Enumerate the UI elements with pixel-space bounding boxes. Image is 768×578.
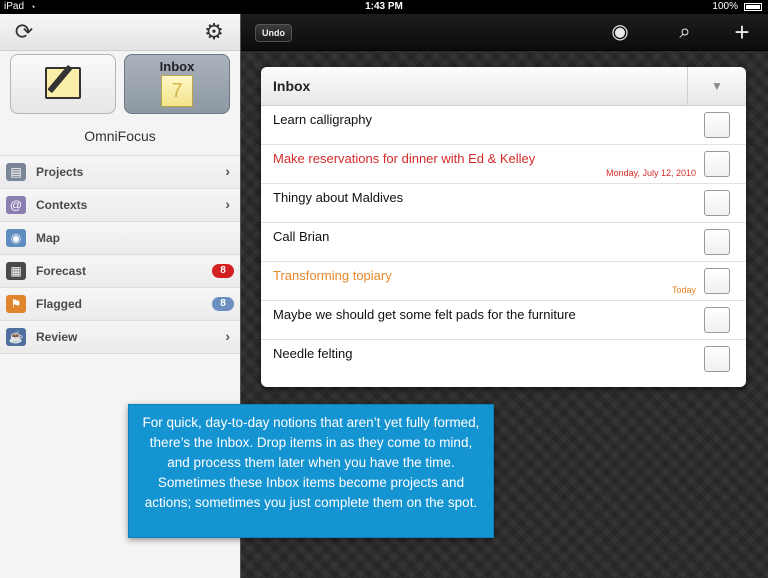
status-bar: iPad ◔ 1:43 PM 100% (0, 0, 768, 14)
task-checkbox[interactable] (704, 112, 730, 138)
sidebar-item-label: Contexts (36, 198, 88, 212)
task-due-date: Today (671, 285, 696, 295)
chevron-right-icon: › (225, 163, 230, 179)
new-item-button[interactable] (10, 54, 116, 114)
task-row[interactable]: Transforming topiary Today (261, 262, 746, 301)
plus-icon[interactable]: + (729, 19, 755, 45)
task-title: Learn calligraphy (273, 112, 373, 127)
forecast-icon: ▦ (6, 262, 26, 280)
eye-icon[interactable]: ◉ (607, 20, 633, 44)
battery-percent: 100% (712, 1, 738, 12)
sidebar-item-forecast[interactable]: ▦ Forecast 8 (0, 254, 240, 287)
projects-icon: ▤ (6, 163, 26, 181)
task-row[interactable]: Make reservations for dinner with Ed & K… (261, 145, 746, 184)
task-row[interactable]: Thingy about Maldives (261, 184, 746, 223)
task-row[interactable]: Learn calligraphy (261, 106, 746, 145)
task-checkbox[interactable] (704, 151, 730, 177)
sidebar-item-label: Map (36, 231, 60, 245)
task-title: Transforming topiary (273, 268, 392, 283)
task-due-date: Monday, July 12, 2010 (606, 168, 696, 178)
inbox-panel: Inbox ▼ Learn calligraphy Make reservati… (261, 67, 746, 387)
task-checkbox[interactable] (704, 190, 730, 216)
task-title: Maybe we should get some felt pads for t… (273, 307, 576, 322)
inbox-tile-label: Inbox (159, 59, 195, 74)
main-toolbar: Undo ◉ ⌕ + (241, 14, 768, 51)
contexts-icon: @ (6, 196, 26, 214)
review-icon: ☕ (6, 328, 26, 346)
map-icon: ◉ (6, 229, 26, 247)
sidebar-item-contexts[interactable]: @ Contexts › (0, 188, 240, 221)
task-row[interactable]: Needle felting (261, 340, 746, 378)
search-icon[interactable]: ⌕ (672, 20, 698, 44)
sidebar-item-label: Projects (36, 165, 84, 179)
sidebar-toolbar: ⟳ ⚙ (0, 14, 240, 51)
chevron-down-icon[interactable]: ▼ (687, 67, 746, 105)
sync-icon[interactable]: ⟳ (12, 20, 36, 44)
sidebar-item-flagged[interactable]: ⚑ Flagged 8 (0, 287, 240, 320)
sidebar-item-label: Flagged (36, 297, 83, 311)
task-title: Make reservations for dinner with Ed & K… (273, 151, 536, 166)
clock: 1:43 PM (365, 1, 403, 12)
sidebar-item-projects[interactable]: ▤ Projects › (0, 155, 240, 188)
task-title: Call Brian (273, 229, 330, 244)
task-checkbox[interactable] (704, 346, 730, 372)
chevron-right-icon: › (225, 328, 230, 344)
panel-header: Inbox ▼ (261, 67, 746, 106)
forecast-badge: 8 (212, 264, 234, 278)
task-checkbox[interactable] (704, 307, 730, 333)
gear-icon[interactable]: ⚙ (202, 20, 226, 44)
task-checkbox[interactable] (704, 229, 730, 255)
app-name: OmniFocus (84, 128, 156, 144)
sidebar-item-label: Review (36, 330, 78, 344)
undo-button[interactable]: Undo (255, 24, 292, 42)
info-callout: For quick, day-to-day notions that aren’… (128, 404, 494, 538)
chevron-right-icon: › (225, 196, 230, 212)
task-checkbox[interactable] (704, 268, 730, 294)
battery-icon (744, 3, 762, 11)
sidebar-item-review[interactable]: ☕ Review › (0, 320, 240, 354)
task-row[interactable]: Call Brian (261, 223, 746, 262)
flagged-badge: 8 (212, 297, 234, 311)
inbox-count: 7 (161, 75, 193, 107)
task-title: Needle felting (273, 346, 353, 361)
inbox-button[interactable]: Inbox 7 (124, 54, 230, 114)
perspective-list: ▤ Projects › @ Contexts › ◉ Map ▦ Foreca… (0, 155, 240, 354)
sidebar-item-map[interactable]: ◉ Map (0, 221, 240, 254)
panel-title: Inbox (273, 78, 311, 94)
task-row[interactable]: Maybe we should get some felt pads for t… (261, 301, 746, 340)
sidebar-item-label: Forecast (36, 264, 87, 278)
flag-icon: ⚑ (6, 295, 26, 313)
task-title: Thingy about Maldives (273, 190, 404, 205)
